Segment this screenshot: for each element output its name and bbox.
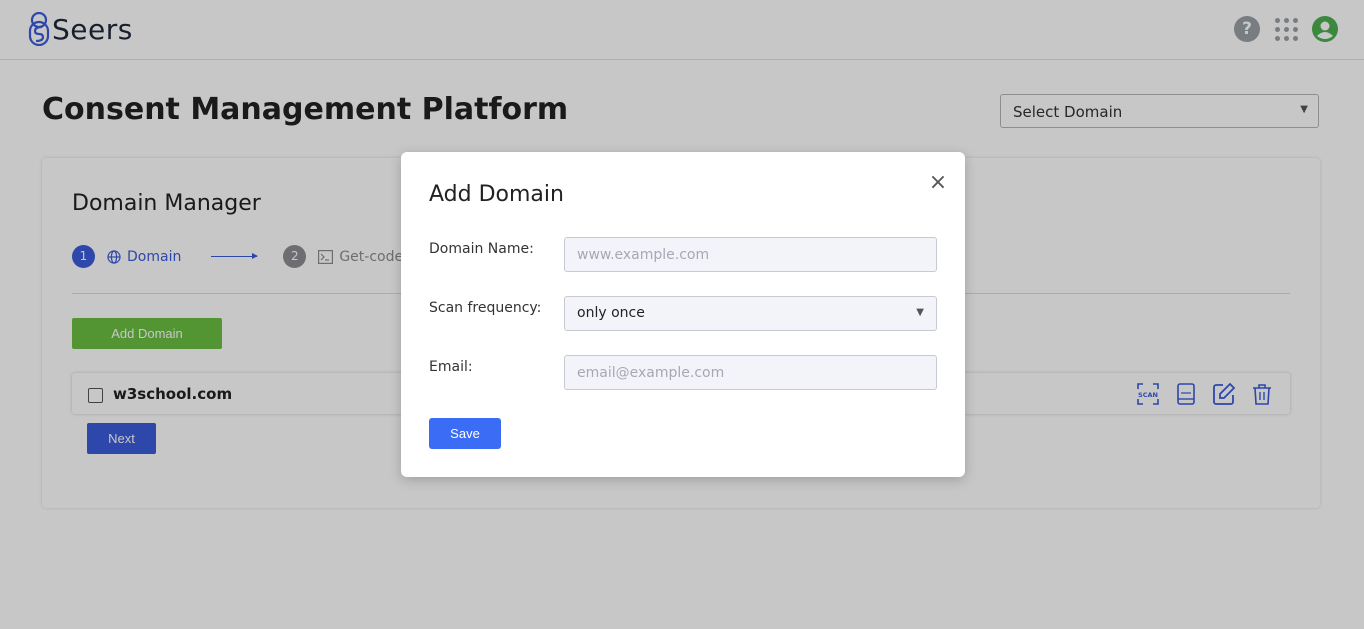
domain-name-input[interactable] [564,237,937,272]
email-label: Email: [429,359,473,375]
domain-name-label: Domain Name: [429,241,534,257]
scan-frequency-label: Scan frequency: [429,300,542,316]
close-icon[interactable]: × [927,172,949,194]
scan-frequency-value: only once [577,305,645,321]
scan-frequency-select[interactable]: only once ▼ [564,296,937,331]
email-input[interactable] [564,355,937,390]
save-button[interactable]: Save [429,418,501,449]
add-domain-modal: Add Domain × Domain Name: Scan frequency… [401,152,965,477]
chevron-down-icon: ▼ [916,307,924,318]
modal-title: Add Domain [429,182,564,207]
